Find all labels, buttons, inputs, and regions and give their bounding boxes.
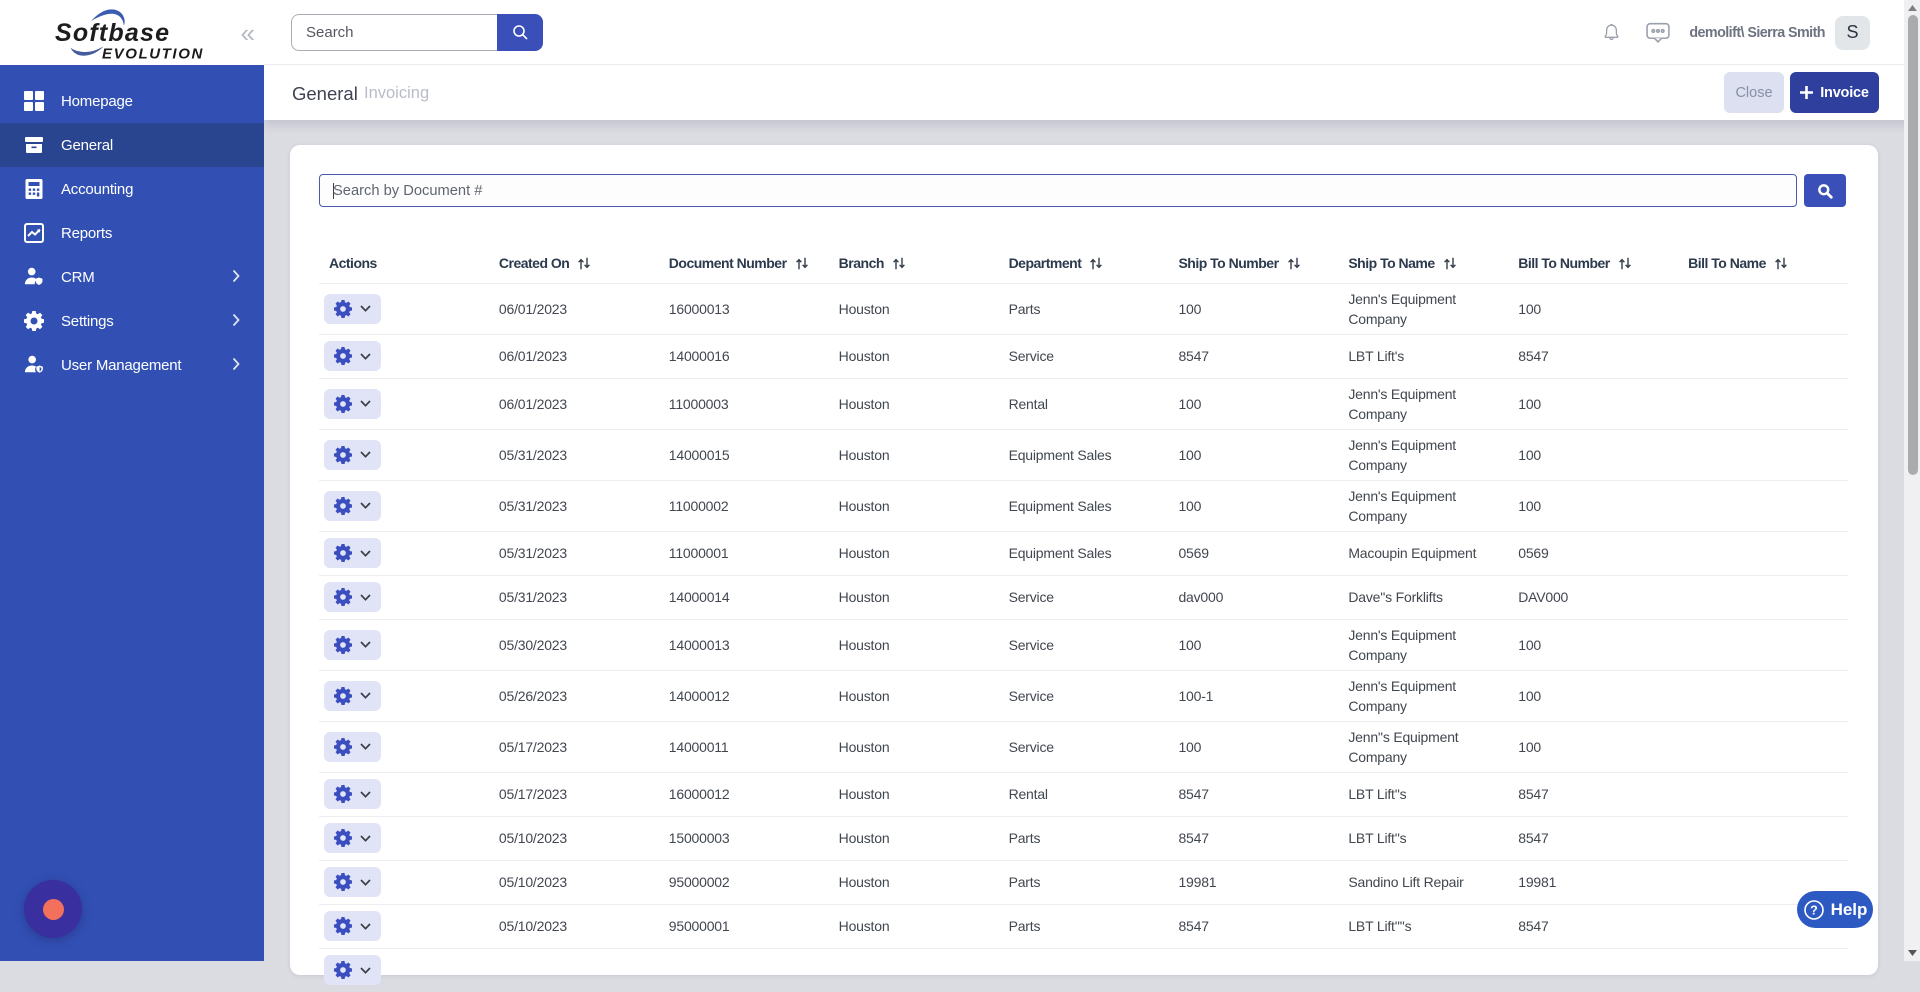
svg-text:Softbase: Softbase xyxy=(55,19,170,47)
svg-text:EVOLUTION: EVOLUTION xyxy=(102,46,204,63)
svg-text:?: ? xyxy=(1810,903,1818,917)
